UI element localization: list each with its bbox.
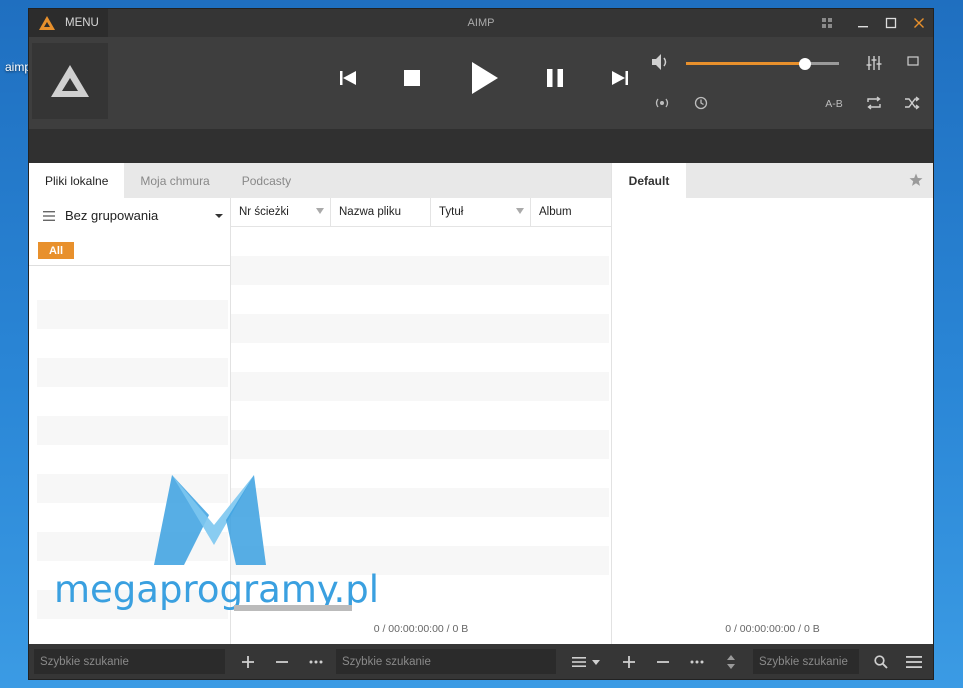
content-area: Pliki lokalne Moja chmura Podcasty Defau… xyxy=(29,163,933,644)
list-stripe xyxy=(231,256,609,285)
list-stripe xyxy=(231,546,609,575)
list-stripe xyxy=(37,416,228,445)
tab-podcasts[interactable]: Podcasty xyxy=(226,163,307,198)
grouping-selector[interactable]: Bez grupowania xyxy=(29,198,230,233)
search-input-groups[interactable] xyxy=(34,649,225,674)
maximize-button[interactable] xyxy=(877,9,905,37)
list-stripe xyxy=(231,314,609,343)
list-stripe xyxy=(231,430,609,459)
panel-divider xyxy=(611,163,612,644)
search-icon[interactable] xyxy=(870,644,892,679)
list-stripe xyxy=(37,590,228,619)
hamburger-icon xyxy=(43,210,55,221)
list-stripe xyxy=(37,300,228,329)
previous-icon xyxy=(340,71,356,85)
clock-icon xyxy=(694,96,708,110)
add-icon[interactable] xyxy=(618,644,640,679)
add-icon[interactable] xyxy=(237,644,259,679)
grouping-label: Bez grupowania xyxy=(65,208,159,223)
play-icon xyxy=(472,62,498,94)
repeat-button[interactable] xyxy=(863,93,885,113)
list-stripe xyxy=(37,532,228,561)
pause-button[interactable] xyxy=(541,64,569,92)
library-tabs: Pliki lokalne Moja chmura Podcasty xyxy=(29,163,611,198)
mini-player-button[interactable] xyxy=(901,53,923,73)
repeat-icon xyxy=(867,96,881,110)
timer-button[interactable] xyxy=(690,93,712,113)
stop-icon xyxy=(404,70,420,86)
more-icon[interactable] xyxy=(686,644,708,679)
window-restore-icon xyxy=(907,56,919,66)
volume-slider-fill xyxy=(686,62,806,65)
list-stripe xyxy=(231,372,609,401)
aimp-logo-icon xyxy=(39,16,55,30)
grid-icon[interactable] xyxy=(813,9,841,37)
title-bar[interactable]: MENU AIMP xyxy=(29,9,933,37)
volume-slider-knob[interactable] xyxy=(799,57,812,70)
aimp-logo-icon xyxy=(51,65,89,97)
remove-icon[interactable] xyxy=(271,644,293,679)
column-header-filename[interactable]: Nazwa pliku xyxy=(331,198,431,227)
next-button[interactable] xyxy=(606,64,634,92)
ab-repeat-button[interactable]: A-B xyxy=(821,95,847,113)
all-filter-badge[interactable]: All xyxy=(38,242,74,259)
minimize-button[interactable] xyxy=(849,9,877,37)
remove-icon[interactable] xyxy=(652,644,674,679)
aimp-window: MENU AIMP A-B Pliki lokalne Moja chmura … xyxy=(29,9,933,679)
column-header-track-number[interactable]: Nr ścieżki xyxy=(231,198,331,227)
play-button[interactable] xyxy=(465,59,503,97)
view-menu-icon[interactable] xyxy=(566,644,606,679)
filter-icon[interactable] xyxy=(316,208,324,214)
playlist-status: 0 / 00:00:00:00 / 0 B xyxy=(725,623,820,635)
star-icon[interactable] xyxy=(909,173,923,192)
previous-button[interactable] xyxy=(334,64,362,92)
close-button[interactable] xyxy=(905,9,933,37)
menu-label: MENU xyxy=(65,17,99,29)
tab-local-files[interactable]: Pliki lokalne xyxy=(29,163,125,198)
filter-icon[interactable] xyxy=(516,208,524,214)
speaker-icon xyxy=(652,54,667,70)
group-separator xyxy=(29,265,230,266)
shuffle-button[interactable] xyxy=(901,93,923,113)
list-stripe xyxy=(37,358,228,387)
search-input-playlist[interactable] xyxy=(753,649,859,674)
broadcast-icon xyxy=(655,98,669,108)
desktop-icon-label[interactable]: aimp xyxy=(5,60,31,74)
volume-slider[interactable] xyxy=(686,57,839,70)
pause-icon xyxy=(547,69,563,87)
album-cover xyxy=(32,43,108,119)
equalizer-icon xyxy=(866,56,882,70)
search-input-tracks[interactable] xyxy=(336,649,556,674)
tab-playlist-default[interactable]: Default xyxy=(612,163,686,198)
stop-button[interactable] xyxy=(398,64,426,92)
column-header-title[interactable]: Tytuł xyxy=(431,198,531,227)
tab-my-cloud[interactable]: Moja chmura xyxy=(124,163,225,198)
equalizer-button[interactable] xyxy=(863,53,885,73)
player-panel: A-B xyxy=(29,37,933,129)
list-stripe xyxy=(231,488,609,517)
hamburger-icon[interactable] xyxy=(903,644,925,679)
more-icon[interactable] xyxy=(305,644,327,679)
track-info-bar xyxy=(29,129,933,163)
sort-icon[interactable] xyxy=(720,644,742,679)
chevron-down-icon xyxy=(215,214,223,218)
menu-button[interactable]: MENU xyxy=(29,9,108,37)
bottom-toolbar xyxy=(29,644,933,679)
list-stripe xyxy=(37,474,228,503)
column-header-album[interactable]: Album xyxy=(531,198,611,227)
volume-button[interactable] xyxy=(651,53,671,76)
shuffle-icon xyxy=(905,96,920,110)
next-icon xyxy=(612,71,628,85)
playlist-tabs: Default xyxy=(612,163,933,198)
window-title: AIMP xyxy=(467,17,495,29)
library-status: 0 / 00:00:00:00 / 0 B xyxy=(373,623,469,635)
radio-button[interactable] xyxy=(650,93,674,113)
